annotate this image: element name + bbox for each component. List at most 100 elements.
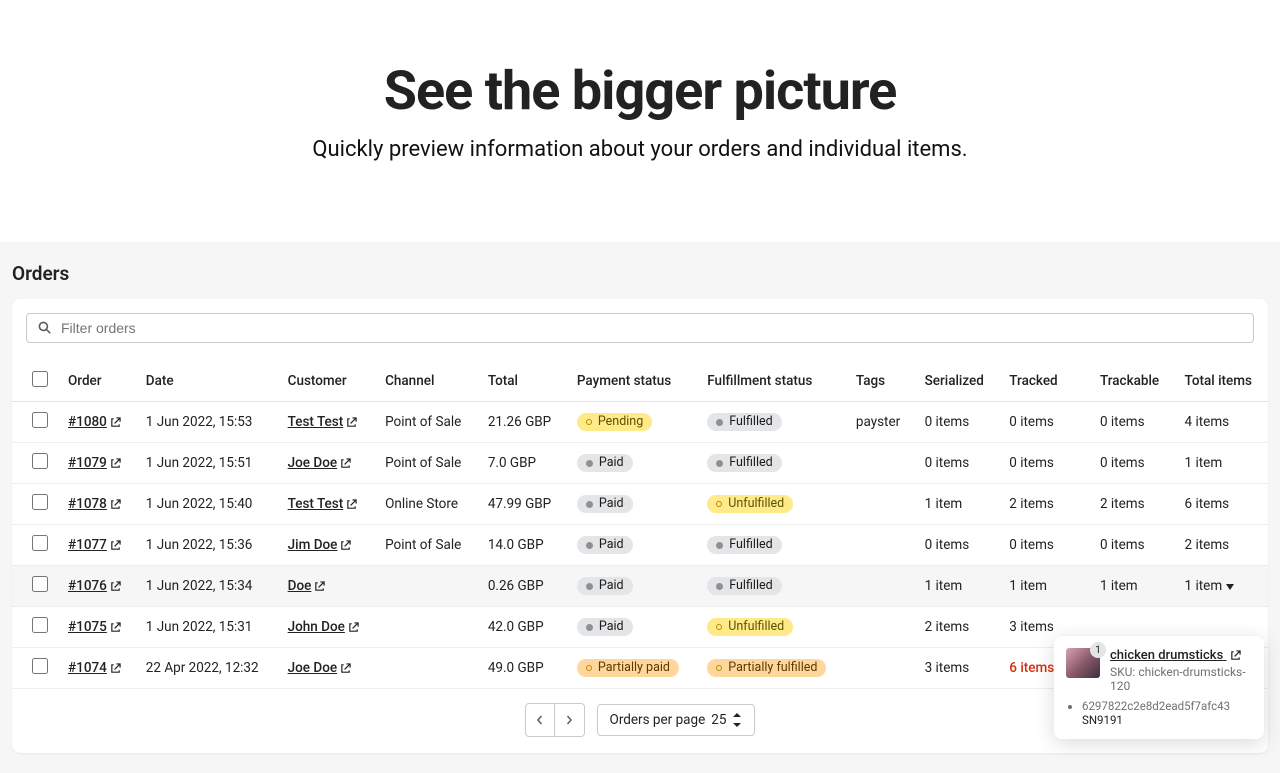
col-channel[interactable]: Channel [375,361,478,402]
per-page-label: Orders per page [610,712,706,728]
item-popover: 1 chicken drumsticks SKU: chicken-drumst… [1054,636,1264,739]
order-link[interactable]: #1075 [68,619,107,635]
order-total: 0.26 GBP [478,566,567,607]
order-link[interactable]: #1076 [68,578,107,594]
status-badge: Paid [577,618,633,637]
col-payment[interactable]: Payment status [567,361,697,402]
order-link[interactable]: #1077 [68,537,107,553]
tracked-count: 0 items [1009,537,1054,553]
filter-input-wrapper[interactable] [26,313,1254,343]
serialized-count: 0 items [915,402,1000,443]
order-tags [846,566,915,607]
table-row[interactable]: #10791 Jun 2022, 15:51Joe DoePoint of Sa… [12,443,1268,484]
item-thumbnail: 1 [1066,648,1100,678]
col-date[interactable]: Date [136,361,278,402]
external-link-icon [346,499,357,510]
status-badge: Fulfilled [707,413,781,432]
status-badge: Fulfilled [707,536,781,555]
col-tracked[interactable]: Tracked [999,361,1090,402]
order-channel [375,566,478,607]
status-badge: Paid [577,577,633,596]
trackable-count: 0 items [1090,402,1175,443]
row-checkbox[interactable] [32,412,48,428]
col-trackable[interactable]: Trackable [1090,361,1175,402]
order-channel: Point of Sale [375,443,478,484]
tracked-count: 6 items [1009,660,1054,676]
select-all-checkbox[interactable] [32,371,48,387]
external-link-icon [1230,650,1241,661]
order-tags [846,443,915,484]
row-checkbox[interactable] [32,535,48,551]
per-page-select[interactable]: Orders per page 25 [597,704,756,736]
tracked-count: 0 items [1009,414,1054,430]
hero-title: See the bigger picture [20,60,1260,123]
tracked-count: 3 items [1009,619,1054,635]
caret-down-icon[interactable] [1226,578,1234,594]
external-link-icon [348,622,359,633]
row-checkbox[interactable] [32,617,48,633]
external-link-icon [110,499,121,510]
row-checkbox[interactable] [32,576,48,592]
trackable-count: 0 items [1090,443,1175,484]
col-customer[interactable]: Customer [278,361,375,402]
external-link-icon [110,417,121,428]
col-tags[interactable]: Tags [846,361,915,402]
filter-orders-input[interactable] [61,320,1243,336]
trackable-count: 0 items [1090,525,1175,566]
order-date: 1 Jun 2022, 15:36 [136,525,278,566]
total-items-count: 6 items [1185,496,1230,512]
order-channel: Online Store [375,484,478,525]
customer-link[interactable]: Jim Doe [288,537,338,553]
chevron-left-icon [535,715,545,725]
order-link[interactable]: #1079 [68,455,107,471]
order-total: 7.0 GBP [478,443,567,484]
customer-link[interactable]: Joe Doe [288,455,337,471]
order-link[interactable]: #1080 [68,414,107,430]
total-items-count: 2 items [1185,537,1230,553]
order-link[interactable]: #1074 [68,660,107,676]
row-checkbox[interactable] [32,494,48,510]
order-tags: payster [846,402,915,443]
customer-link[interactable]: John Doe [288,619,345,635]
table-row[interactable]: #10771 Jun 2022, 15:36Jim DoePoint of Sa… [12,525,1268,566]
order-total: 42.0 GBP [478,607,567,648]
order-date: 1 Jun 2022, 15:31 [136,607,278,648]
total-items-count: 1 item [1185,455,1223,471]
serialized-count: 1 item [915,566,1000,607]
table-row[interactable]: #1078 1 Jun 2022, 15:40 Test Test Online St… [12,484,1268,525]
external-link-icon [340,458,351,469]
item-qty-badge: 1 [1090,642,1106,658]
popover-item-link[interactable]: chicken drumsticks [1110,648,1241,663]
external-link-icon [346,417,357,428]
col-order[interactable]: Order [58,361,136,402]
external-link-icon [110,622,121,633]
col-fulfillment[interactable]: Fulfillment status [697,361,846,402]
customer-link[interactable]: Joe Doe [288,660,337,676]
serial-entry: 6297822c2e8d2ead5f7afc43 SN9191 [1082,699,1252,727]
external-link-icon [340,663,351,674]
col-total-items[interactable]: Total items [1175,361,1268,402]
row-checkbox[interactable] [32,658,48,674]
chevron-right-icon [564,715,574,725]
status-badge: Partially paid [577,659,679,678]
order-date: 22 Apr 2022, 12:32 [136,648,278,689]
customer-link[interactable]: Doe [288,578,312,594]
col-serialized[interactable]: Serialized [915,361,1000,402]
col-total[interactable]: Total [478,361,567,402]
order-tags [846,484,915,525]
status-badge: Partially fulfilled [707,659,826,678]
row-checkbox[interactable] [32,453,48,469]
total-items-count: 4 items [1185,414,1230,430]
customer-link[interactable]: Test Test [288,414,344,430]
table-row[interactable]: #10801 Jun 2022, 15:53Test TestPoint of … [12,402,1268,443]
order-channel [375,648,478,689]
table-row[interactable]: #10761 Jun 2022, 15:34Doe0.26 GBPPaidFul… [12,566,1268,607]
trackable-count: 1 item [1090,566,1175,607]
prev-page-button[interactable] [525,703,555,737]
per-page-value: 25 [711,712,726,728]
customer-link[interactable]: Test Test [288,496,344,512]
next-page-button[interactable] [555,703,585,737]
order-date: 1 Jun 2022, 15:40 [136,484,278,525]
order-link[interactable]: #1078 [68,496,107,512]
order-channel [375,607,478,648]
